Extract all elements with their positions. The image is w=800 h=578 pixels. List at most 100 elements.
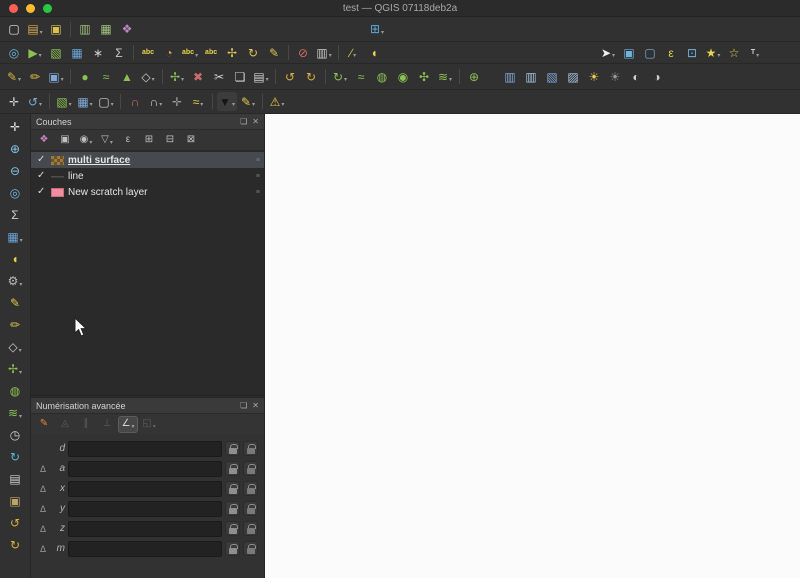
decrease-contrast-button[interactable]: ◑ [647, 67, 667, 86]
add-line-feature-button[interactable]: ≈ [96, 67, 116, 86]
layer-visibility-checkbox[interactable]: ✓ [37, 155, 47, 165]
identify-features-button[interactable]: ◎ [4, 43, 24, 62]
statistical-summary-button[interactable]: Σ [3, 204, 27, 225]
local-cumulative-stretch-button[interactable]: ▧ [542, 67, 562, 86]
lock-d-button[interactable] [225, 441, 240, 456]
show-spatial-bookmarks-button[interactable]: ☆ [724, 43, 744, 62]
pan-map-button[interactable]: ✛ [3, 116, 27, 137]
paste-features-button[interactable]: ▤ ▾ [251, 67, 271, 86]
repeat-lock-d-button[interactable] [243, 441, 258, 456]
reshape-features-button[interactable]: ✣ [414, 67, 434, 86]
field-calculator-button[interactable]: ∗ [88, 43, 108, 62]
style-manager-button[interactable]: ❖ [117, 20, 137, 39]
redo-button[interactable]: ↻ [301, 67, 321, 86]
select-features-button[interactable]: ➤ ▾ [598, 43, 618, 62]
layer-row-multi-surface[interactable]: ✓ multi surface ≡ [31, 152, 264, 168]
move-label-button[interactable]: ✢ [222, 43, 242, 62]
map-tips-button[interactable]: ◖ [364, 43, 384, 62]
add-group-button[interactable]: ▣ [55, 132, 75, 149]
options-gear-button[interactable]: ⚙ ▾ [3, 270, 27, 291]
coordinate-input-a[interactable] [68, 460, 222, 477]
messages-warning-button[interactable]: ⚠ ▾ [267, 92, 287, 111]
label-rules-button[interactable]: ▥ ▾ [314, 43, 334, 62]
zoom-in-button[interactable]: ⊕ [3, 138, 27, 159]
run-feature-action-button[interactable]: ▶ ▾ [25, 43, 45, 62]
close-panel-icon[interactable]: ✕ [252, 401, 259, 410]
zoom-last-button[interactable]: ↺ ▾ [25, 92, 45, 111]
delta-toggle-m[interactable]: Δ [37, 544, 49, 554]
full-cumulative-stretch-button[interactable]: ▨ [563, 67, 583, 86]
show-layout-manager-button[interactable]: ▦ [96, 20, 116, 39]
save-layer-edits-button[interactable]: ▣ ▾ [46, 67, 66, 86]
remove-layer-button[interactable]: ⊠ [181, 132, 201, 149]
repeat-lock-a-button[interactable] [243, 461, 258, 476]
move-feature-button[interactable]: ✢ ▾ [167, 67, 187, 86]
vertex-tool-button[interactable]: ◇ ▾ [138, 67, 158, 86]
deselect-all-button[interactable]: ▢ [640, 43, 660, 62]
close-panel-icon[interactable]: ✕ [252, 117, 259, 126]
annotation-tools-button[interactable]: ✎ ▾ [238, 92, 258, 111]
filter-legend-button[interactable]: ▽ ▾ [97, 132, 117, 149]
common-angle-snapping-button[interactable]: ∠ ▾ [118, 415, 138, 433]
change-label-button[interactable]: ✎ [264, 43, 284, 62]
lock-a-button[interactable] [225, 461, 240, 476]
select-by-value-button[interactable]: ▣ [619, 43, 639, 62]
select-rectangle-button[interactable]: ▧ [46, 43, 66, 62]
move-feature-button[interactable]: ✢ ▾ [3, 358, 27, 379]
enable-tracing-button[interactable]: ≈ ▾ [188, 92, 208, 111]
lock-m-button[interactable] [225, 541, 240, 556]
current-edits-button[interactable]: ✎ ▾ [4, 67, 24, 86]
coordinate-input-x[interactable] [68, 480, 222, 497]
float-panel-icon[interactable]: ❏ [240, 401, 247, 410]
layer-visibility-checkbox[interactable]: ✓ [37, 187, 47, 197]
text-annotation-button[interactable]: T ▾ [745, 43, 765, 62]
symbol-color-swatch-button[interactable]: ▼ ▾ [217, 92, 237, 111]
new-spatial-bookmark-button[interactable]: ★ ▾ [703, 43, 723, 62]
minimize-window-button[interactable] [26, 4, 35, 13]
coordinate-input-z[interactable] [68, 520, 222, 537]
identify-features-button[interactable]: ◎ [3, 182, 27, 203]
delta-toggle-a[interactable]: Δ [37, 464, 49, 474]
statistical-summary-button[interactable]: Σ [109, 43, 129, 62]
layer-deselect-button[interactable]: ⊘ [293, 43, 313, 62]
offset-curve-button[interactable]: ≋ ▾ [3, 402, 27, 423]
add-ring-button[interactable]: ◍ [3, 380, 27, 401]
temporal-controller-button[interactable]: ◷ [3, 424, 27, 445]
zoom-window-button[interactable] [43, 4, 52, 13]
delta-toggle-x[interactable]: Δ [37, 484, 49, 494]
select-by-expression-button[interactable]: ε [661, 43, 681, 62]
construction-guides-button[interactable]: ◱ ▾ [139, 416, 159, 433]
delta-toggle-y[interactable]: Δ [37, 504, 49, 514]
enable-snapping-button[interactable]: ∩ [125, 92, 145, 111]
rotate-feature-button[interactable]: ↻ ▾ [330, 67, 350, 86]
merge-features-button[interactable]: ⊕ [464, 67, 484, 86]
rotate-label-button[interactable]: ↻ [243, 43, 263, 62]
construction-mode-button[interactable]: ◬ [55, 416, 75, 433]
add-polygon-feature-button[interactable]: ▲ [117, 67, 137, 86]
perpendicular-constraint-button[interactable]: ⊥ [97, 416, 117, 433]
add-feature-button[interactable]: ✏ [3, 314, 27, 335]
refresh-map-button[interactable]: ↻ [3, 446, 27, 467]
new-print-layout-button[interactable]: ▥ [75, 20, 95, 39]
add-point-feature-button[interactable]: ● [75, 67, 95, 86]
zoom-to-selection-button[interactable]: ⊡ [682, 43, 702, 62]
map-tips-button[interactable]: ◖ [3, 248, 27, 269]
undo-button[interactable]: ↺ [280, 67, 300, 86]
expand-all-button[interactable]: ⊞ [139, 132, 159, 149]
layer-labeling-button[interactable]: abc [138, 43, 158, 62]
layer-row-line[interactable]: ✓ line ≡ [31, 168, 264, 184]
layer-row-new-scratch-layer[interactable]: ✓ New scratch layer ≡ [31, 184, 264, 200]
repeat-lock-x-button[interactable] [243, 481, 258, 496]
new-project-button[interactable]: ▢ [4, 20, 24, 39]
layer-visibility-checkbox[interactable]: ✓ [37, 171, 47, 181]
pan-map-tool-button[interactable]: ✛ [4, 92, 24, 111]
lock-x-button[interactable] [225, 481, 240, 496]
decrease-brightness-button[interactable]: ☀ [605, 67, 625, 86]
cut-features-button[interactable]: ✂ [209, 67, 229, 86]
close-window-button[interactable] [9, 4, 18, 13]
save-project-button[interactable]: ▣ [46, 20, 66, 39]
parallel-constraint-button[interactable]: ∥ [76, 416, 96, 433]
vertex-tool-button[interactable]: ◇ ▾ [3, 336, 27, 357]
redo-button[interactable]: ↻ [3, 534, 27, 555]
add-raster-layer-button[interactable]: ▦ ▾ [75, 92, 95, 111]
